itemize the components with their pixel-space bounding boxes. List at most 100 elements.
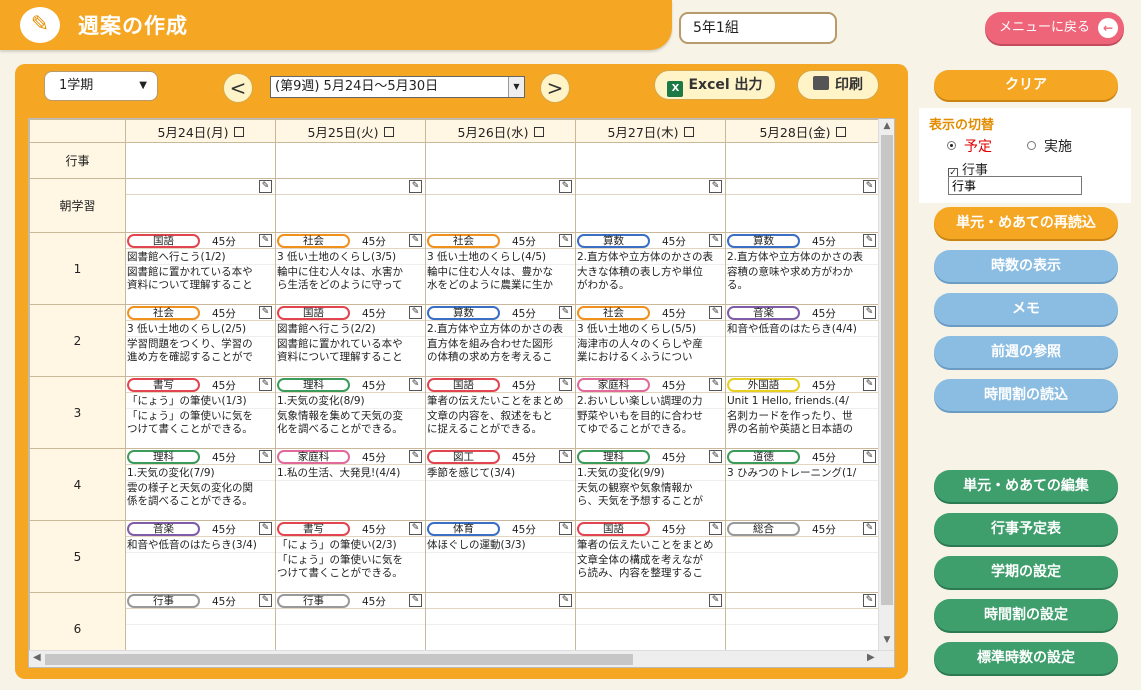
edit-icon[interactable]: ✎ bbox=[709, 594, 722, 607]
subject-tag[interactable]: 音楽 bbox=[127, 522, 200, 536]
schedule-cell[interactable]: 書写 45分 ✎ 「にょう」の筆使い(2/3) 「にょう」の筆使いに気を つけて書くこと… bbox=[275, 520, 426, 593]
day-checkbox[interactable] bbox=[683, 126, 694, 137]
settings-button-2[interactable]: 行事予定表 bbox=[934, 513, 1118, 545]
schedule-cell[interactable]: 道徳 45分 ✎ 3 ひみつのトレーニング(1/ bbox=[725, 448, 880, 521]
excel-export-button[interactable]: X Excel 出力 bbox=[654, 70, 776, 100]
actual-radio[interactable]: 実施 bbox=[1027, 136, 1072, 156]
edit-icon[interactable]: ✎ bbox=[259, 180, 272, 193]
term-select[interactable]: 1学期 ▼ bbox=[44, 71, 158, 101]
subject-tag[interactable]: 社会 bbox=[277, 234, 350, 248]
schedule-cell[interactable]: 音楽 45分 ✎ 和音や低音のはたらき(3/4) bbox=[125, 520, 276, 593]
edit-icon[interactable]: ✎ bbox=[709, 306, 722, 319]
horizontal-scroll-thumb[interactable] bbox=[45, 654, 633, 665]
schedule-cell[interactable]: 算数 45分 ✎ 2.直方体や立方体のかさの表 容積の意味や求め方がわか る。 bbox=[725, 232, 880, 305]
edit-icon[interactable]: ✎ bbox=[559, 306, 572, 319]
subject-tag[interactable]: 社会 bbox=[127, 306, 200, 320]
edit-icon[interactable]: ✎ bbox=[863, 522, 876, 535]
edit-icon[interactable]: ✎ bbox=[259, 594, 272, 607]
vertical-scrollbar[interactable]: ▲ ▼ bbox=[878, 119, 894, 650]
sidebar-button-4[interactable]: 前週の参照 bbox=[934, 336, 1118, 368]
subject-tag[interactable]: 家庭科 bbox=[277, 450, 350, 464]
edit-icon[interactable]: ✎ bbox=[259, 306, 272, 319]
schedule-cell[interactable]: 図工 45分 ✎ 季節を感じて(3/4) bbox=[425, 448, 576, 521]
edit-icon[interactable]: ✎ bbox=[863, 378, 876, 391]
sidebar-button-5[interactable]: 時間割の読込 bbox=[934, 379, 1118, 411]
day-checkbox[interactable] bbox=[233, 126, 244, 137]
edit-icon[interactable]: ✎ bbox=[259, 234, 272, 247]
schedule-cell[interactable]: 社会 45分 ✎ 3 低い土地のくらし(2/5) 学習問題をつくり、学習の 進め方を確認… bbox=[125, 304, 276, 377]
edit-icon[interactable]: ✎ bbox=[709, 234, 722, 247]
subject-tag[interactable]: 理科 bbox=[577, 450, 650, 464]
edit-icon[interactable]: ✎ bbox=[559, 450, 572, 463]
schedule-cell[interactable]: ✎ bbox=[725, 178, 880, 233]
settings-button-4[interactable]: 時間割の設定 bbox=[934, 599, 1118, 631]
edit-icon[interactable]: ✎ bbox=[709, 522, 722, 535]
day-checkbox[interactable] bbox=[533, 126, 544, 137]
edit-icon[interactable]: ✎ bbox=[259, 450, 272, 463]
edit-icon[interactable]: ✎ bbox=[559, 378, 572, 391]
scroll-left-icon[interactable]: ◀ bbox=[33, 652, 41, 663]
schedule-cell[interactable] bbox=[425, 142, 576, 179]
schedule-cell[interactable]: 理科 45分 ✎ 1.天気の変化(9/9) 天気の観察や気象情報か ら、天気を予想するこ… bbox=[575, 448, 726, 521]
edit-icon[interactable]: ✎ bbox=[863, 234, 876, 247]
edit-icon[interactable]: ✎ bbox=[409, 522, 422, 535]
subject-tag[interactable]: 理科 bbox=[277, 378, 350, 392]
subject-tag[interactable]: 総合 bbox=[727, 522, 800, 536]
scroll-right-icon[interactable]: ▶ bbox=[867, 652, 875, 663]
schedule-cell[interactable] bbox=[725, 142, 880, 179]
subject-tag[interactable]: 音楽 bbox=[727, 306, 800, 320]
subject-tag[interactable]: 国語 bbox=[127, 234, 200, 248]
subject-tag[interactable]: 書写 bbox=[277, 522, 350, 536]
next-week-button[interactable]: > bbox=[540, 73, 570, 103]
settings-button-1[interactable]: 単元・めあての編集 bbox=[934, 470, 1118, 502]
edit-icon[interactable]: ✎ bbox=[409, 594, 422, 607]
schedule-cell[interactable]: 総合 45分 ✎ bbox=[725, 520, 880, 593]
settings-button-3[interactable]: 学期の設定 bbox=[934, 556, 1118, 588]
edit-icon[interactable]: ✎ bbox=[559, 594, 572, 607]
schedule-cell[interactable] bbox=[275, 142, 426, 179]
schedule-cell[interactable]: ✎ bbox=[575, 178, 726, 233]
edit-icon[interactable]: ✎ bbox=[409, 378, 422, 391]
subject-tag[interactable]: 図工 bbox=[427, 450, 500, 464]
edit-icon[interactable]: ✎ bbox=[709, 378, 722, 391]
subject-tag[interactable]: 国語 bbox=[427, 378, 500, 392]
subject-tag[interactable]: 行事 bbox=[277, 594, 350, 608]
day-checkbox[interactable] bbox=[383, 126, 394, 137]
sidebar-button-1[interactable]: 単元・めあての再読込 bbox=[934, 207, 1118, 239]
subject-tag[interactable]: 社会 bbox=[427, 234, 500, 248]
subject-tag[interactable]: 算数 bbox=[427, 306, 500, 320]
schedule-cell[interactable]: 音楽 45分 ✎ 和音や低音のはたらき(4/4) bbox=[725, 304, 880, 377]
schedule-cell[interactable]: 算数 45分 ✎ 2.直方体や立方体のかさの表 直方体を組み合わせた図形 の体積の求め方… bbox=[425, 304, 576, 377]
schedule-cell[interactable]: 書写 45分 ✎ 「にょう」の筆使い(1/3) 「にょう」の筆使いに気を つけて書くこと… bbox=[125, 376, 276, 449]
schedule-cell[interactable]: 社会 45分 ✎ 3 低い土地のくらし(4/5) 輪中に住む人々は、豊かな 水をどのよう… bbox=[425, 232, 576, 305]
prev-week-button[interactable]: < bbox=[223, 73, 253, 103]
schedule-cell[interactable]: 家庭科 45分 ✎ 1.私の生活、大発見!(4/4) bbox=[275, 448, 426, 521]
subject-tag[interactable]: 家庭科 bbox=[577, 378, 650, 392]
edit-icon[interactable]: ✎ bbox=[863, 450, 876, 463]
settings-button-5[interactable]: 標準時数の設定 bbox=[934, 642, 1118, 674]
schedule-cell[interactable]: ✎ bbox=[275, 178, 426, 233]
schedule-cell[interactable]: 家庭科 45分 ✎ 2.おいしい楽しい調理の力 野菜やいもを目的に合わせ てゆでることが… bbox=[575, 376, 726, 449]
scroll-up-icon[interactable]: ▲ bbox=[879, 121, 894, 131]
week-select[interactable]: (第9週) 5月24日〜5月30日 ▼ bbox=[270, 76, 525, 98]
subject-tag[interactable]: 算数 bbox=[577, 234, 650, 248]
edit-icon[interactable]: ✎ bbox=[863, 180, 876, 193]
edit-icon[interactable]: ✎ bbox=[559, 234, 572, 247]
edit-icon[interactable]: ✎ bbox=[863, 306, 876, 319]
schedule-cell[interactable]: ✎ bbox=[425, 178, 576, 233]
edit-icon[interactable]: ✎ bbox=[863, 594, 876, 607]
edit-icon[interactable]: ✎ bbox=[709, 450, 722, 463]
clear-button[interactable]: クリア bbox=[934, 70, 1118, 100]
schedule-cell[interactable] bbox=[125, 142, 276, 179]
edit-icon[interactable]: ✎ bbox=[409, 306, 422, 319]
edit-icon[interactable]: ✎ bbox=[709, 180, 722, 193]
edit-icon[interactable]: ✎ bbox=[409, 234, 422, 247]
scroll-down-icon[interactable]: ▼ bbox=[879, 635, 894, 645]
plan-radio[interactable]: 予定 bbox=[947, 136, 992, 156]
edit-icon[interactable]: ✎ bbox=[259, 522, 272, 535]
schedule-cell[interactable]: 算数 45分 ✎ 2.直方体や立方体のかさの表 大きな体積の表し方や単位 がわかる。 bbox=[575, 232, 726, 305]
subject-tag[interactable]: 道徳 bbox=[727, 450, 800, 464]
schedule-cell[interactable]: 社会 45分 ✎ 3 低い土地のくらし(3/5) 輪中に住む人々は、水害か ら生活をどの… bbox=[275, 232, 426, 305]
subject-tag[interactable]: 外国語 bbox=[727, 378, 800, 392]
day-checkbox[interactable] bbox=[835, 126, 846, 137]
